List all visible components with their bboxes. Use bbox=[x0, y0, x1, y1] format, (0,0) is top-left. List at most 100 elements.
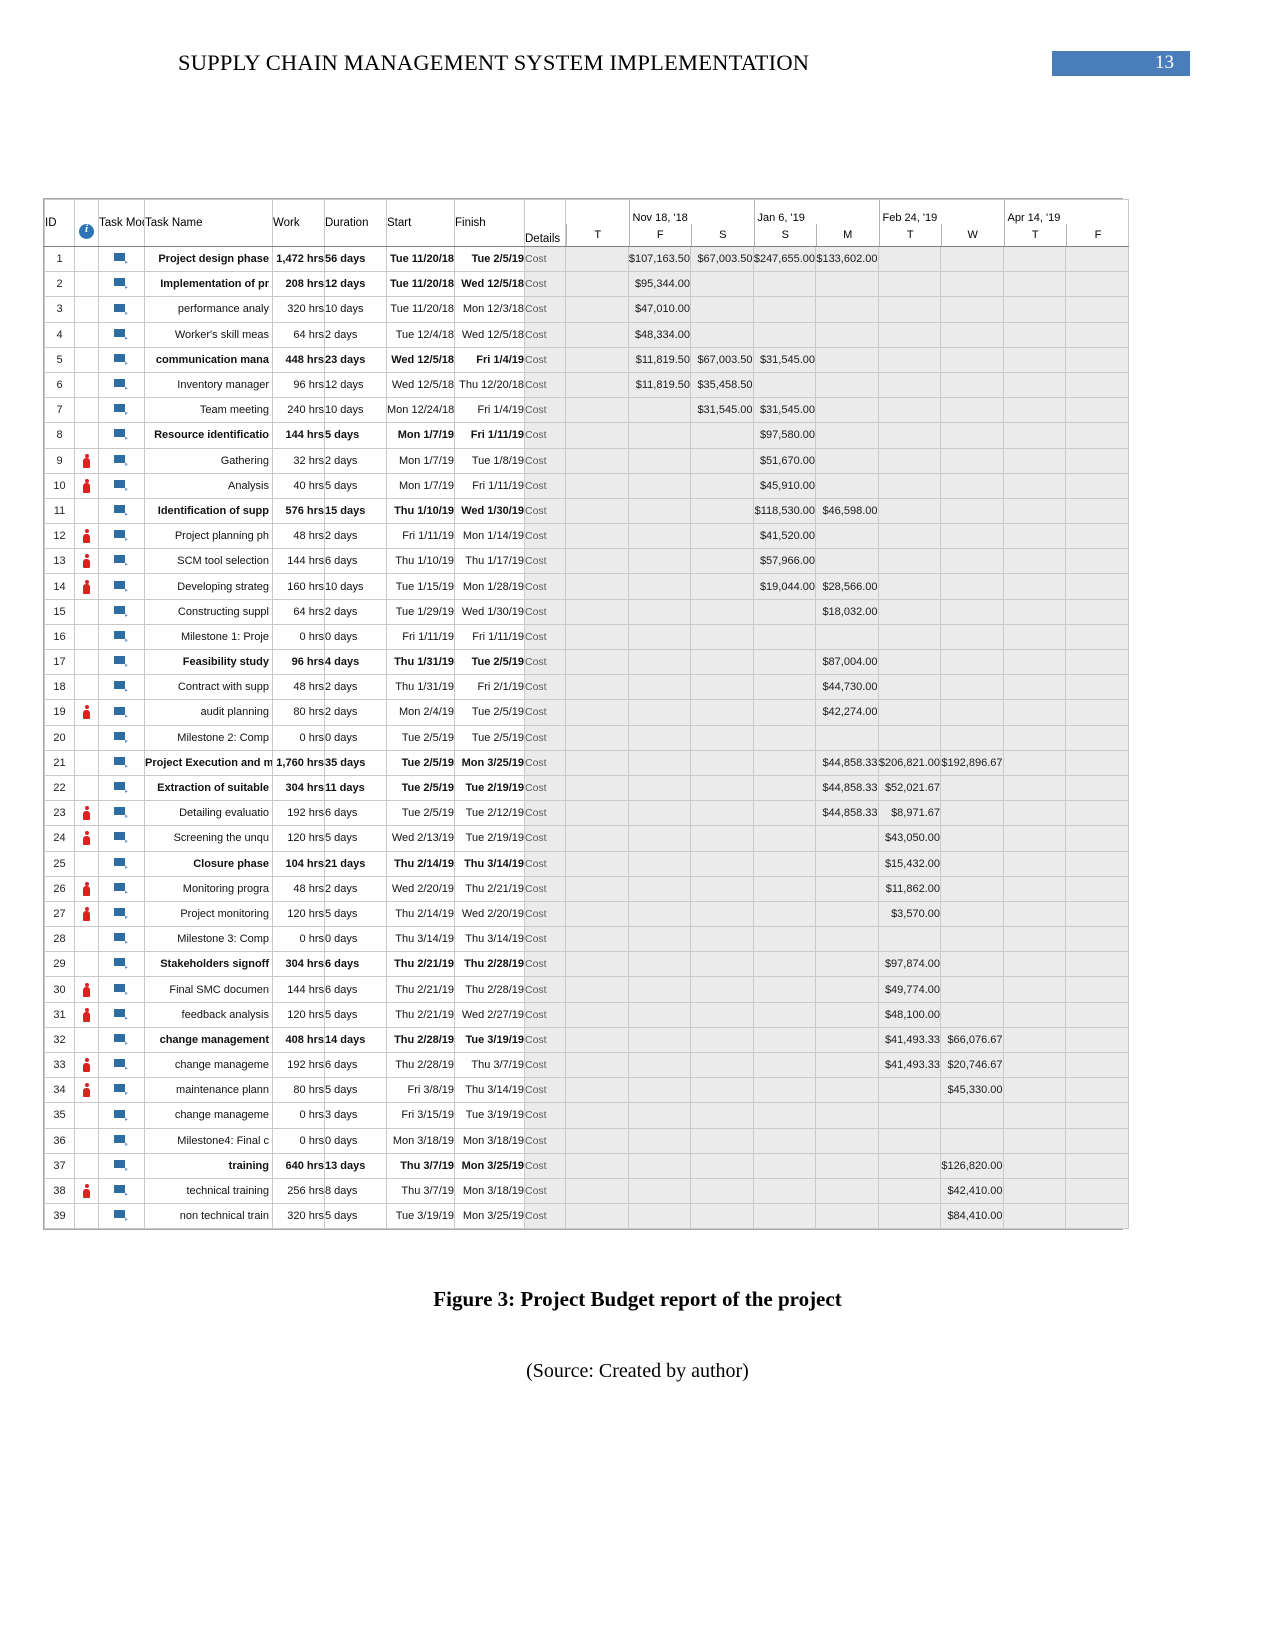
row-indicator[interactable] bbox=[74, 800, 99, 827]
row-task-name[interactable]: Constructing suppl bbox=[144, 598, 273, 625]
row-task-name[interactable]: Worker's skill meas bbox=[144, 321, 273, 348]
row-task-mode[interactable] bbox=[98, 548, 145, 575]
row-task-mode[interactable] bbox=[98, 447, 145, 474]
row-task-mode[interactable] bbox=[98, 1177, 145, 1205]
table-row[interactable]: 2 Implementation of pr 208 hrs 12 days Tue 1… bbox=[44, 271, 1129, 298]
row-task-mode[interactable] bbox=[98, 1077, 145, 1104]
row-indicator[interactable] bbox=[74, 447, 99, 474]
row-indicator[interactable] bbox=[74, 699, 99, 726]
row-task-name[interactable]: Milestone 1: Proje bbox=[144, 623, 273, 651]
table-row[interactable]: 36 Milestone4: Final c0 hrs 0 days Mon 3/18… bbox=[44, 1127, 1129, 1154]
row-task-name[interactable]: Inventory manager bbox=[144, 371, 273, 399]
row-indicator[interactable] bbox=[74, 296, 99, 323]
row-indicator[interactable] bbox=[74, 1203, 99, 1230]
row-task-name[interactable]: Gathering bbox=[144, 447, 273, 474]
row-indicator[interactable] bbox=[74, 951, 99, 978]
row-task-name[interactable]: Stakeholders signoff bbox=[144, 951, 273, 978]
row-task-name[interactable]: feedback analysis bbox=[144, 1001, 273, 1028]
row-task-mode[interactable] bbox=[98, 976, 145, 1003]
row-indicator[interactable] bbox=[74, 497, 99, 525]
table-row[interactable]: 16 Milestone 1: Proje 0 hrs 0 days Fri 1/11/… bbox=[44, 623, 1129, 651]
table-row[interactable]: 12 Project planning ph 48 hrs 2 days Fri 1/1… bbox=[44, 523, 1129, 550]
table-row[interactable]: 27 Project monitoring 120 hrs 5 days Thu 2/1… bbox=[44, 900, 1129, 928]
table-row[interactable]: 17 Feasibility study 96 hrs 4 days Thu 1/31/… bbox=[44, 648, 1129, 676]
row-task-mode[interactable] bbox=[98, 774, 145, 802]
row-task-mode[interactable] bbox=[98, 497, 145, 525]
row-task-mode[interactable] bbox=[98, 875, 145, 902]
table-row[interactable]: 5 communication mana 448 hrs 23 days Wed 12/… bbox=[44, 346, 1129, 373]
row-task-mode[interactable] bbox=[98, 1001, 145, 1028]
col-header-details[interactable]: Details bbox=[524, 199, 566, 247]
row-task-mode[interactable] bbox=[98, 321, 145, 348]
col-header-id[interactable]: ID bbox=[44, 199, 75, 247]
row-task-mode[interactable] bbox=[98, 825, 145, 852]
row-indicator[interactable] bbox=[74, 346, 99, 373]
table-row[interactable]: 35 change manageme 0 hrs 3 days Fri 3/15/19 T… bbox=[44, 1102, 1129, 1129]
row-indicator[interactable] bbox=[74, 371, 99, 399]
row-task-mode[interactable] bbox=[98, 523, 145, 550]
row-task-mode[interactable] bbox=[98, 623, 145, 651]
row-task-name[interactable]: change manageme bbox=[144, 1051, 273, 1079]
row-task-name[interactable]: technical training bbox=[144, 1177, 273, 1205]
row-task-mode[interactable] bbox=[98, 397, 145, 424]
table-row[interactable]: 1 Project design phase 1,472 hrs 56 days Tue… bbox=[44, 245, 1129, 273]
row-task-name[interactable]: Milestone 2: Comp bbox=[144, 724, 273, 751]
row-indicator[interactable] bbox=[74, 926, 99, 953]
row-task-name[interactable]: Project planning ph bbox=[144, 523, 273, 550]
table-row[interactable]: 24 Screening the unqu 120 hrs 5 days Wed 2/1… bbox=[44, 825, 1129, 852]
row-indicator[interactable] bbox=[74, 875, 99, 902]
row-indicator[interactable] bbox=[74, 245, 99, 273]
row-task-mode[interactable] bbox=[98, 648, 145, 676]
row-task-name[interactable]: Final SMC documen bbox=[144, 976, 273, 1003]
row-indicator[interactable] bbox=[74, 976, 99, 1003]
row-task-mode[interactable] bbox=[98, 1051, 145, 1079]
row-task-name[interactable]: Feasibility study bbox=[144, 648, 273, 676]
row-task-mode[interactable] bbox=[98, 472, 145, 499]
row-task-mode[interactable] bbox=[98, 1203, 145, 1230]
row-indicator[interactable] bbox=[74, 598, 99, 625]
table-row[interactable]: 29 Stakeholders signoff 304 hrs 6 days Thu 2… bbox=[44, 951, 1129, 978]
row-indicator[interactable] bbox=[74, 774, 99, 802]
row-task-mode[interactable] bbox=[98, 850, 145, 877]
table-row[interactable]: 15 Constructing suppl 64 hrs 2 days Tue 1/29… bbox=[44, 598, 1129, 625]
row-task-name[interactable]: Resource identificatio bbox=[144, 422, 273, 449]
row-task-mode[interactable] bbox=[98, 598, 145, 625]
timescale-header[interactable]: Nov 18, '18 Jan 6, '19 Feb 24, '19 Apr 14, … bbox=[565, 199, 1129, 247]
table-row[interactable]: 3 performance analy 320 hrs 10 days Tue 11/2… bbox=[44, 296, 1129, 323]
col-header-indicator[interactable] bbox=[74, 199, 99, 247]
row-task-name[interactable]: Milestone 3: Comp bbox=[144, 926, 273, 953]
row-task-name[interactable]: change management bbox=[144, 1026, 273, 1054]
table-row[interactable]: 11 Identification of supp 576 hrs 15 days Th… bbox=[44, 497, 1129, 525]
table-row[interactable]: 7 Team meeting 240 hrs 10 days Mon 12/24/18 F… bbox=[44, 397, 1129, 424]
row-task-mode[interactable] bbox=[98, 926, 145, 953]
row-task-mode[interactable] bbox=[98, 573, 145, 600]
row-indicator[interactable] bbox=[74, 1077, 99, 1104]
table-row[interactable]: 38 technical training 256 hrs 8 days Thu 3/7… bbox=[44, 1177, 1129, 1205]
row-task-mode[interactable] bbox=[98, 900, 145, 928]
row-task-name[interactable]: SCM tool selection bbox=[144, 548, 273, 575]
table-row[interactable]: 14 Developing strateg 160 hrs 10 days Tue 1/… bbox=[44, 573, 1129, 600]
row-indicator[interactable] bbox=[74, 648, 99, 676]
table-row[interactable]: 33 change manageme 192 hrs 6 days Thu 2/28/1… bbox=[44, 1051, 1129, 1079]
row-indicator[interactable] bbox=[74, 850, 99, 877]
row-indicator[interactable] bbox=[74, 1127, 99, 1154]
row-task-mode[interactable] bbox=[98, 371, 145, 399]
row-task-name[interactable]: Implementation of pr bbox=[144, 271, 273, 298]
row-task-name[interactable]: Developing strateg bbox=[144, 573, 273, 600]
table-row[interactable]: 26 Monitoring progra 48 hrs 2 days Wed 2/20/… bbox=[44, 875, 1129, 902]
table-row[interactable]: 8 Resource identificatio 144 hrs 5 days Mon … bbox=[44, 422, 1129, 449]
table-row[interactable]: 39 non technical train 320 hrs 5 days Tue 3/… bbox=[44, 1203, 1129, 1230]
row-task-name[interactable]: training bbox=[144, 1152, 273, 1179]
row-indicator[interactable] bbox=[74, 548, 99, 575]
table-row[interactable]: 18 Contract with supp 48 hrs 2 days Thu 1/31… bbox=[44, 674, 1129, 701]
col-header-task-mode[interactable]: Task Mode bbox=[98, 199, 145, 247]
row-task-name[interactable]: Analysis bbox=[144, 472, 273, 499]
col-header-duration[interactable]: Duration bbox=[324, 199, 387, 247]
row-indicator[interactable] bbox=[74, 1001, 99, 1028]
table-row[interactable]: 32 change management 408 hrs 14 days Thu 2/2… bbox=[44, 1026, 1129, 1054]
table-row[interactable]: 4 Worker's skill meas 64 hrs 2 days Tue 12/4… bbox=[44, 321, 1129, 348]
row-task-name[interactable]: performance analy bbox=[144, 296, 273, 323]
row-task-name[interactable]: Project design phase bbox=[144, 245, 273, 273]
row-task-name[interactable]: Milestone4: Final c bbox=[144, 1127, 273, 1154]
row-indicator[interactable] bbox=[74, 1177, 99, 1205]
